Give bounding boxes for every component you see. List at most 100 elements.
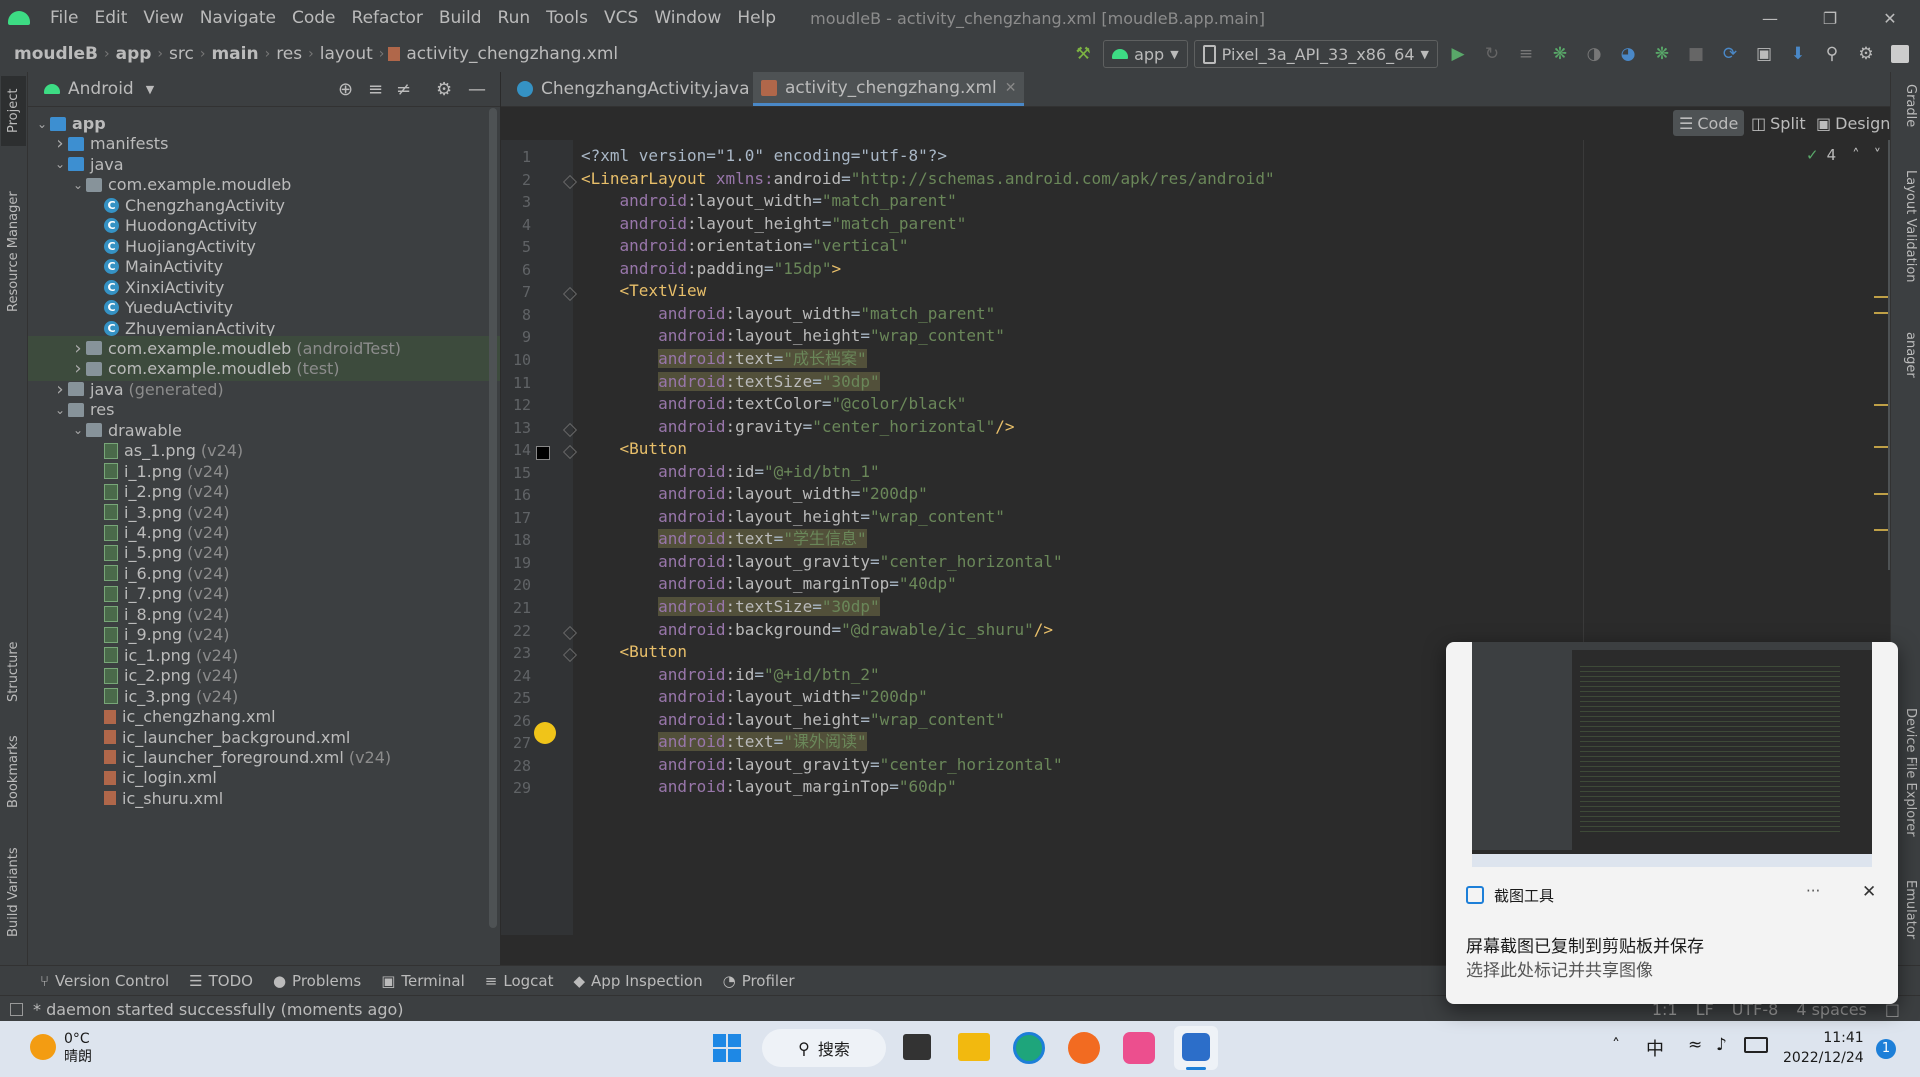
code-line[interactable]: android:layout_marginTop="60dp" (581, 773, 957, 800)
menu-vcs[interactable]: VCS (596, 8, 646, 28)
account-icon[interactable] (1886, 40, 1914, 68)
menu-build[interactable]: Build (431, 8, 490, 28)
chevron-down-icon[interactable]: ⌄ (52, 157, 68, 171)
menu-view[interactable]: View (135, 8, 191, 28)
chevron-down-icon[interactable]: ⌄ (34, 117, 50, 131)
lightbulb-icon[interactable] (534, 722, 556, 744)
notification-badge[interactable]: 1 (1876, 1039, 1896, 1059)
tool-version-control[interactable]: ⑂ Version Control (0, 972, 179, 990)
task-view-icon[interactable] (903, 1034, 931, 1060)
tool-terminal[interactable]: ▣ Terminal (371, 972, 475, 990)
menu-navigate[interactable]: Navigate (192, 8, 284, 28)
apply-changes-icon[interactable]: ≡ (1512, 40, 1540, 68)
tool-app-inspection[interactable]: ◆ App Inspection (563, 972, 712, 990)
tool-layout-validation[interactable]: Layout Validation (1893, 170, 1918, 310)
bilibili-icon[interactable] (1123, 1032, 1155, 1064)
tool-project[interactable]: Project (1, 76, 26, 146)
gear-icon[interactable]: ⚙ (436, 79, 452, 100)
android-studio-task[interactable] (1174, 1026, 1218, 1070)
stop-icon[interactable]: ■ (1682, 40, 1710, 68)
tool-build-variants[interactable]: Build Variants (1, 832, 26, 952)
compass-app-icon[interactable] (1068, 1032, 1100, 1064)
edge-browser-icon[interactable] (1013, 1032, 1045, 1064)
run-config-select[interactable]: app ▼ (1103, 40, 1188, 68)
menu-file[interactable]: File (42, 8, 86, 28)
profile-icon[interactable]: ◕ (1614, 40, 1642, 68)
breadcrumb-item[interactable]: res (270, 44, 308, 64)
start-icon[interactable] (713, 1034, 741, 1062)
snipping-tool-notification[interactable]: 截图工具 ··· ✕ 屏幕截图已复制到剪贴板并保存 选择此处标记并共享图像 (1446, 642, 1898, 1004)
tool-bookmarks[interactable]: Bookmarks (1, 722, 26, 822)
sdk-manager-icon[interactable]: ⬇ (1784, 40, 1812, 68)
tab-chengzhang-activity-java[interactable]: ChengzhangActivity.java ✕ (509, 72, 777, 106)
breadcrumb-item[interactable]: layout (314, 44, 379, 64)
clock[interactable]: 11:41 2022/12/24 (1783, 1028, 1864, 1068)
tree-item[interactable]: ic_shuru.xml (28, 786, 500, 811)
color-swatch-icon[interactable] (536, 446, 550, 460)
breadcrumb-item[interactable]: src (163, 44, 200, 64)
view-mode-split[interactable]: ◫ Split (1745, 110, 1812, 136)
attach-debugger-icon[interactable]: ❋ (1648, 40, 1676, 68)
show-hidden-icons-icon[interactable]: ˄ (1612, 1035, 1620, 1054)
settings-gear-icon[interactable]: ⚙ (1852, 40, 1880, 68)
tool-todo[interactable]: ☰ TODO (179, 972, 263, 990)
tool-resource-manager[interactable]: Resource Manager (1, 172, 26, 332)
menu-edit[interactable]: Edit (86, 8, 135, 28)
tool-logcat[interactable]: ≡ Logcat (475, 972, 564, 990)
expand-all-icon[interactable]: ≡ (368, 79, 383, 100)
weather-widget[interactable]: 0°C 晴朗 (64, 1030, 92, 1066)
rerun-icon[interactable]: ↻ (1478, 40, 1506, 68)
chevron-down-icon[interactable]: ⌄ (70, 423, 86, 437)
chevron-down-icon[interactable]: ⌄ (70, 178, 86, 192)
weather-sun-icon[interactable] (30, 1034, 56, 1060)
menu-run[interactable]: Run (490, 8, 539, 28)
tab-activity-chengzhang-xml[interactable]: activity_chengzhang.xml ✕ (753, 72, 1025, 106)
menu-window[interactable]: Window (646, 8, 729, 28)
chevron-down-icon[interactable]: ⌄ (52, 403, 68, 417)
tool-problems[interactable]: ● Problems (263, 972, 371, 990)
close-icon[interactable]: ✕ (1862, 882, 1876, 902)
view-mode-code[interactable]: ☰ Code (1673, 110, 1745, 136)
taskbar-search[interactable]: ⚲ 搜索 (762, 1029, 886, 1067)
menu-tools[interactable]: Tools (538, 8, 596, 28)
device-select[interactable]: Pixel_3a_API_33_x86_64 ▼ (1193, 40, 1438, 68)
breadcrumb-item[interactable]: app (110, 44, 158, 64)
wifi-icon[interactable]: ≈ (1688, 1035, 1702, 1055)
coverage-icon[interactable]: ◑ (1580, 40, 1608, 68)
status-toggle-icon[interactable] (10, 1002, 23, 1016)
select-opened-file-icon[interactable]: ⊕ (338, 79, 353, 100)
device-manager-icon[interactable]: ▣ (1750, 40, 1778, 68)
close-window-icon[interactable]: ✕ (1860, 0, 1920, 36)
breadcrumb-item[interactable]: main (205, 44, 264, 64)
chevron-down-icon[interactable]: ▼ (146, 83, 154, 96)
ime-indicator[interactable]: 中 (1646, 1035, 1664, 1061)
menu-help[interactable]: Help (729, 8, 784, 28)
more-options-icon[interactable]: ··· (1806, 882, 1820, 900)
project-view-select[interactable]: Android (68, 79, 134, 99)
debug-icon[interactable]: ❋ (1546, 40, 1574, 68)
tool-gradle[interactable]: Gradle (1893, 84, 1918, 154)
view-mode-design[interactable]: ▣ Design (1810, 110, 1896, 136)
menu-refactor[interactable]: Refactor (344, 8, 431, 28)
tool-device-manager[interactable]: anager (1893, 332, 1918, 442)
breadcrumb-item[interactable]: activity_chengzhang.xml (400, 44, 624, 64)
run-icon[interactable]: ▶ (1444, 40, 1472, 68)
menu-code[interactable]: Code (284, 8, 344, 28)
volume-icon[interactable]: ♪ (1716, 1035, 1727, 1055)
collapse-all-icon[interactable]: ≠ (396, 79, 411, 100)
close-tab-icon[interactable]: ✕ (1005, 80, 1017, 96)
sync-gradle-icon[interactable]: ⟳ (1716, 40, 1744, 68)
battery-icon[interactable] (1744, 1037, 1768, 1053)
line-number: 17 (512, 508, 531, 527)
tool-profiler[interactable]: ◔ Profiler (713, 972, 805, 990)
restore-icon[interactable]: ❐ (1800, 0, 1860, 36)
breadcrumb-item[interactable]: moudleB (8, 44, 104, 64)
search-icon[interactable]: ⚲ (1818, 40, 1846, 68)
hammer-icon[interactable]: ⚒ (1069, 40, 1097, 68)
project-scrollbar[interactable] (489, 108, 497, 928)
tool-structure[interactable]: Structure (1, 632, 26, 712)
file-explorer-icon[interactable] (958, 1033, 990, 1061)
screenshot-thumbnail[interactable] (1472, 642, 1872, 867)
hide-panel-icon[interactable]: — (468, 79, 486, 100)
minimize-icon[interactable]: — (1740, 0, 1800, 36)
